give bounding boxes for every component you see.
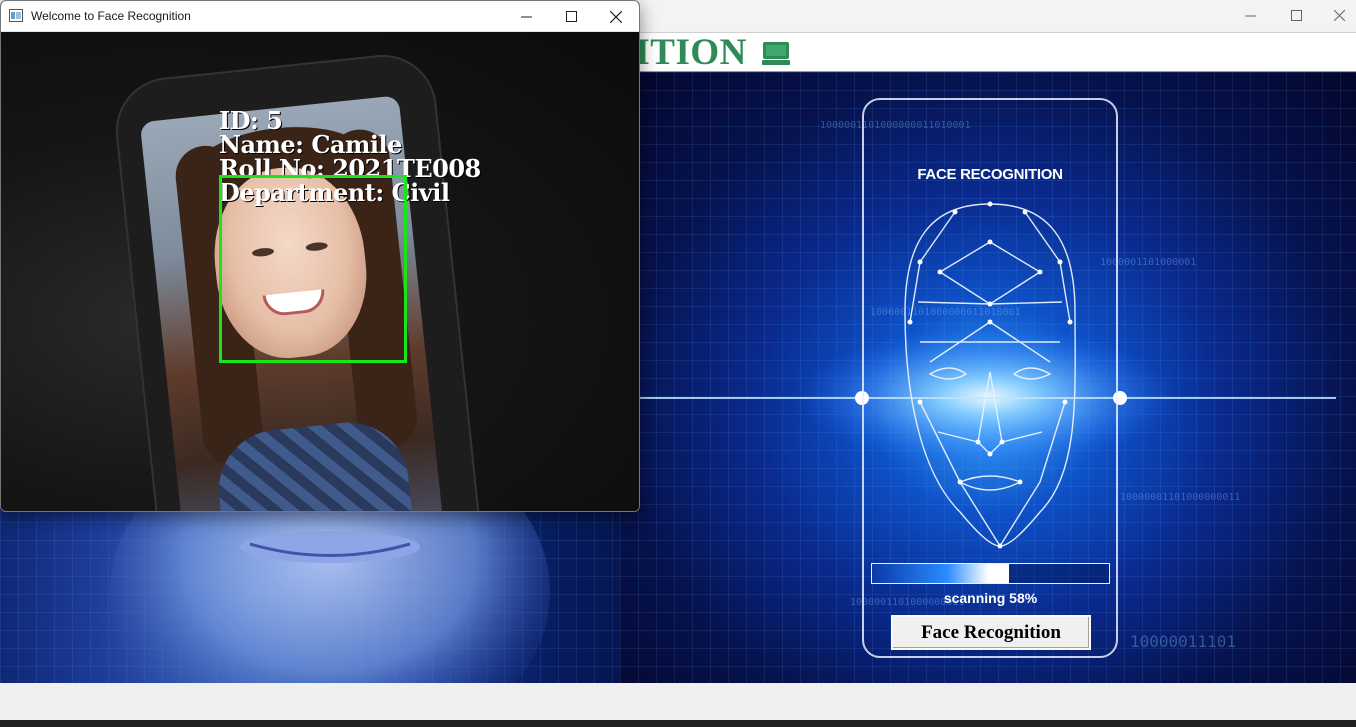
face-scan-image: 1000001101000000011010001 10000011010000… bbox=[620, 72, 1356, 683]
maximize-icon bbox=[565, 11, 577, 22]
app-header: RECOGNITION bbox=[620, 32, 1356, 72]
maximize-icon bbox=[1290, 10, 1302, 21]
face-bounding-box bbox=[219, 175, 407, 363]
face-recognition-button[interactable]: Face Recognition bbox=[891, 615, 1091, 650]
camera-window-title: Welcome to Face Recognition bbox=[31, 9, 191, 23]
minimize-icon bbox=[1244, 15, 1256, 17]
camera-close-button[interactable] bbox=[593, 1, 639, 32]
camera-titlebar[interactable]: Welcome to Face Recognition bbox=[1, 1, 639, 32]
close-icon bbox=[610, 10, 622, 23]
scan-progress-bar bbox=[871, 563, 1110, 584]
minimize-icon bbox=[520, 16, 532, 18]
minimize-button[interactable] bbox=[1227, 0, 1273, 31]
close-icon bbox=[1333, 10, 1345, 21]
status-strip bbox=[0, 683, 1356, 720]
monitor-icon bbox=[761, 36, 791, 71]
camera-maximize-button[interactable] bbox=[548, 1, 594, 32]
close-button[interactable] bbox=[1316, 0, 1356, 31]
phone-title: FACE RECOGNITION bbox=[917, 166, 1063, 183]
scan-progress-fill bbox=[872, 564, 1010, 583]
camera-minimize-button[interactable] bbox=[503, 1, 549, 32]
scan-status-label: scanning 58% bbox=[943, 590, 1038, 606]
camera-window: Welcome to Face Recognition ID: 5 Name: … bbox=[0, 0, 640, 512]
taskbar-edge bbox=[0, 720, 1356, 727]
maximize-button[interactable] bbox=[1273, 0, 1319, 31]
window-app-icon bbox=[9, 9, 23, 22]
